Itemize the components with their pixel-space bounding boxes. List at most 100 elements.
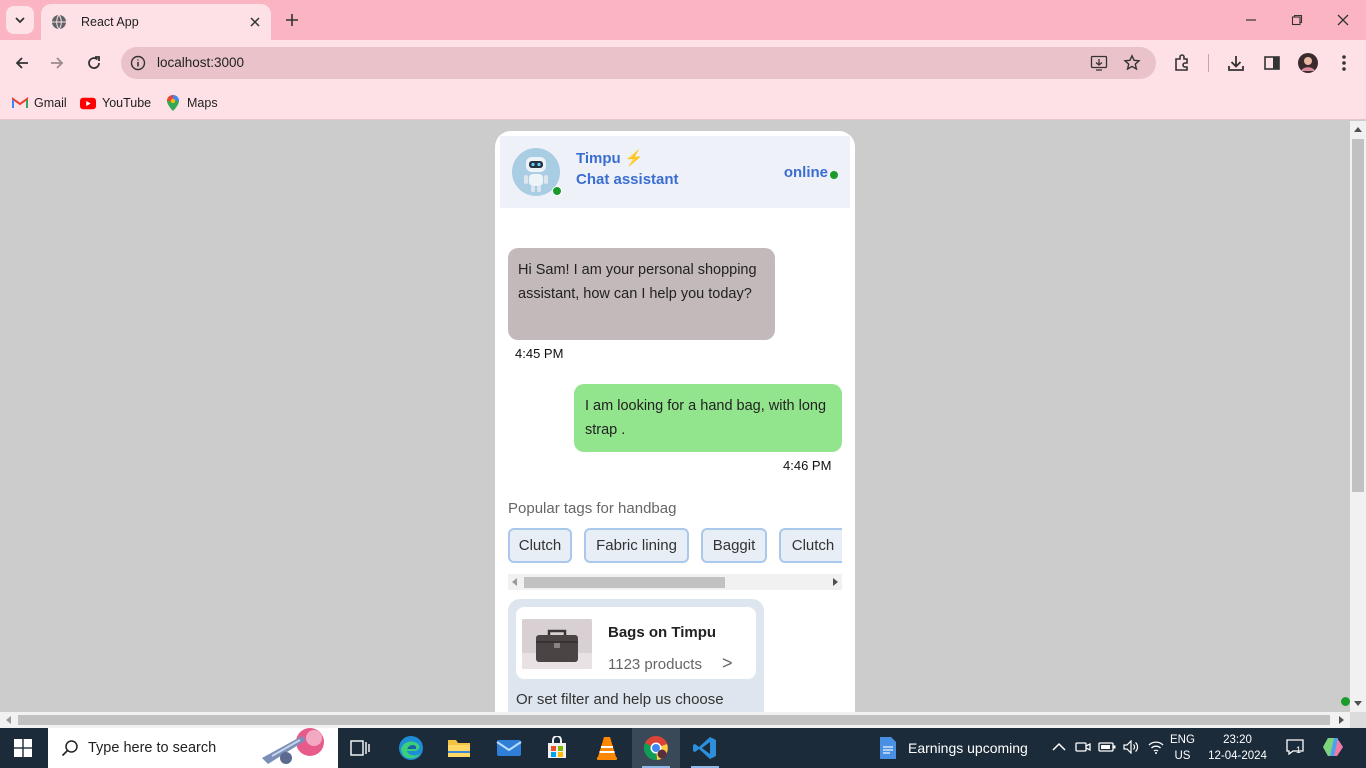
store-taskbar-button[interactable] — [533, 728, 581, 768]
clock-date: 12-04-2024 — [1208, 750, 1267, 762]
copilot-button[interactable] — [1322, 738, 1344, 756]
tag-chip[interactable]: Clutch — [508, 528, 572, 563]
browser-tab-bar: React App — [0, 0, 1366, 40]
category-title: Bags on Timpu — [608, 624, 717, 641]
puzzle-icon — [1175, 54, 1188, 71]
browser-toolbar: localhost:3000 — [0, 40, 1366, 86]
browser-menu-button[interactable] — [1333, 52, 1355, 74]
plus-icon — [286, 14, 298, 26]
chrome-icon — [643, 736, 668, 761]
user-message-bubble: I am looking for a hand bag, with long s… — [574, 384, 842, 452]
tab-search-button[interactable] — [6, 6, 34, 34]
bot-name: Timpu — [576, 150, 621, 167]
forward-button[interactable] — [44, 50, 70, 76]
reload-button[interactable] — [81, 50, 107, 76]
task-view-button[interactable] — [336, 728, 384, 768]
site-info-icon[interactable] — [129, 54, 147, 72]
meet-now-button[interactable] — [1074, 738, 1092, 756]
tag-chip[interactable]: Clutch — [779, 528, 842, 563]
back-button[interactable] — [9, 50, 35, 76]
status-text: online — [783, 164, 828, 181]
vertical-scroll-thumb[interactable] — [1352, 139, 1364, 492]
bookmark-star-icon[interactable] — [1122, 53, 1142, 73]
tab-title: React App — [81, 15, 139, 29]
vscode-taskbar-button[interactable] — [681, 728, 729, 768]
install-app-icon[interactable] — [1089, 53, 1109, 73]
scroll-right-icon[interactable] — [1339, 716, 1345, 724]
bookmark-gmail[interactable]: Gmail — [12, 92, 67, 114]
tags-heading: Popular tags for handbag — [508, 500, 677, 517]
notification-icon — [1286, 739, 1304, 755]
bot-message-time: 4:45 PM — [515, 346, 564, 361]
extensions-button[interactable] — [1171, 52, 1193, 74]
page-vertical-scrollbar[interactable] — [1350, 121, 1366, 712]
arrow-left-icon — [15, 57, 28, 69]
youtube-icon — [80, 95, 96, 111]
globe-icon — [51, 14, 67, 30]
scroll-left-icon[interactable] — [5, 716, 11, 724]
maps-icon — [165, 95, 181, 111]
bot-subtitle: Chat assistant — [576, 171, 679, 188]
tags-scroll-thumb[interactable] — [524, 577, 725, 588]
network-button[interactable] — [1147, 738, 1165, 756]
browser-tab[interactable]: React App — [41, 4, 271, 40]
search-placeholder: Type here to search — [88, 740, 217, 756]
bookmark-youtube[interactable]: YouTube — [80, 92, 151, 114]
side-panel-icon — [1264, 56, 1280, 70]
file-explorer-taskbar-button[interactable] — [435, 728, 483, 768]
scroll-up-icon[interactable] — [1354, 126, 1362, 132]
news-document-icon — [880, 737, 896, 759]
language-code: ENG — [1170, 734, 1195, 746]
toolbar-divider — [1208, 54, 1209, 72]
camera-icon — [1075, 742, 1091, 752]
clock-time: 23:20 — [1223, 734, 1252, 746]
tags-scrollbar[interactable] — [508, 574, 842, 590]
tags-carousel: Clutch Fabric lining Baggit Clutch — [508, 528, 842, 566]
restore-button[interactable] — [1285, 8, 1309, 32]
category-link[interactable]: Bags on Timpu 1123 products > — [516, 607, 756, 679]
search-highlight-image — [262, 728, 338, 768]
clock[interactable]: 23:20 12-04-2024 — [1200, 732, 1275, 764]
wifi-icon — [1148, 741, 1164, 754]
url-text[interactable]: localhost:3000 — [157, 55, 244, 70]
scroll-left-icon[interactable] — [512, 578, 518, 586]
address-bar[interactable]: localhost:3000 — [121, 47, 1156, 79]
volume-button[interactable] — [1122, 738, 1140, 756]
category-card: Bags on Timpu 1123 products > Or set fil… — [508, 599, 764, 712]
profile-avatar[interactable] — [1297, 52, 1319, 74]
minimize-button[interactable] — [1239, 8, 1263, 32]
tray-overflow-button[interactable] — [1050, 738, 1068, 756]
chrome-taskbar-button[interactable] — [632, 728, 680, 768]
scroll-down-icon[interactable] — [1354, 701, 1362, 707]
scroll-right-icon[interactable] — [832, 578, 838, 586]
bookmark-label: YouTube — [102, 96, 152, 110]
indicator-dot — [1341, 697, 1350, 706]
tag-chip[interactable]: Fabric lining — [584, 528, 689, 563]
downloads-button[interactable] — [1225, 52, 1247, 74]
notifications-button[interactable]: 1 — [1284, 738, 1306, 756]
tag-chip[interactable]: Baggit — [701, 528, 767, 563]
chevron-right-icon[interactable]: > — [722, 653, 733, 674]
restore-icon — [1291, 14, 1303, 26]
user-message-time: 4:46 PM — [783, 458, 832, 473]
language-indicator[interactable]: ENG US — [1170, 732, 1195, 764]
battery-indicator[interactable] — [1098, 738, 1116, 756]
chat-widget: Timpu ⚡ Chat assistant online Hi Sam! I … — [495, 131, 855, 712]
page-horizontal-scrollbar[interactable] — [0, 712, 1350, 728]
avatar-online-dot — [552, 186, 562, 196]
side-panel-button[interactable] — [1261, 52, 1283, 74]
horizontal-scroll-thumb[interactable] — [18, 715, 1330, 725]
scrollbar-corner — [1350, 712, 1366, 728]
news-widget[interactable]: Earnings upcoming — [878, 736, 1028, 760]
mail-taskbar-button[interactable] — [485, 728, 533, 768]
close-window-button[interactable] — [1331, 8, 1355, 32]
new-tab-button[interactable] — [282, 10, 302, 30]
close-tab-icon[interactable] — [247, 14, 263, 30]
taskbar-search-box[interactable]: Type here to search — [48, 728, 338, 768]
edge-taskbar-button[interactable] — [387, 728, 435, 768]
vlc-taskbar-button[interactable] — [583, 728, 631, 768]
windows-start-icon[interactable] — [14, 739, 32, 757]
gmail-icon — [12, 95, 28, 111]
bookmark-maps[interactable]: Maps — [165, 92, 218, 114]
windows-taskbar: Type here to search Earnings upcoming EN… — [0, 728, 1366, 768]
